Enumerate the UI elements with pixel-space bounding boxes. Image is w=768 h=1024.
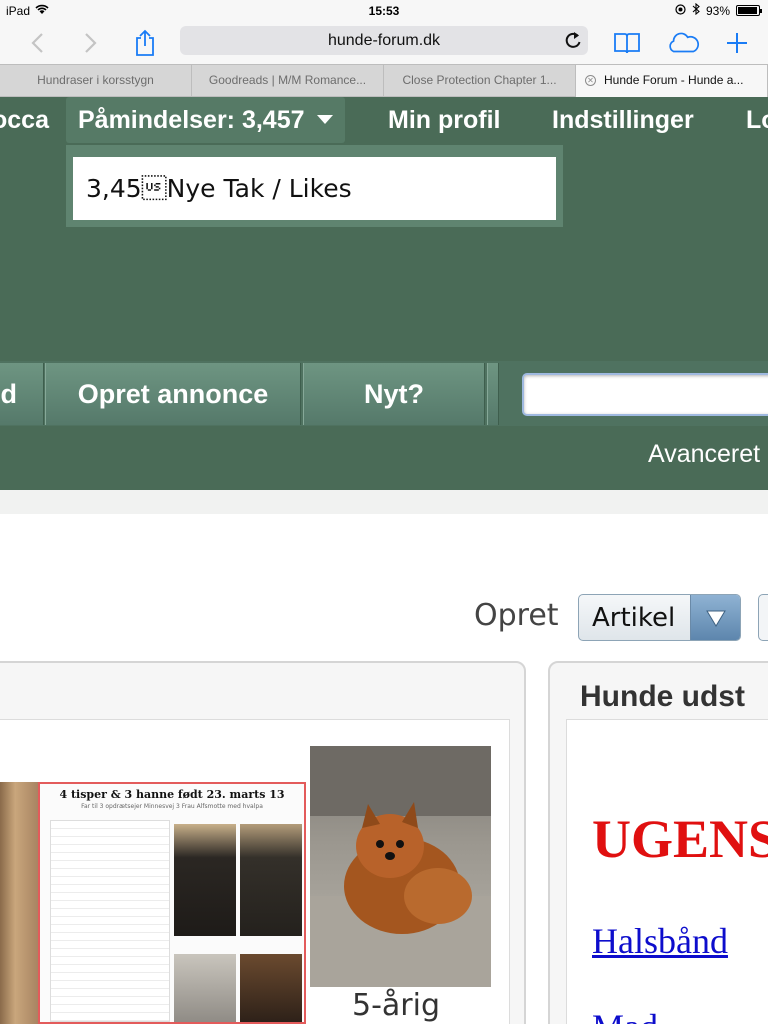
- battery-icon: [736, 5, 762, 16]
- location-icon: [675, 3, 686, 18]
- flyer-photo-dog-1: [174, 824, 236, 936]
- status-bar: iPad 15:53 93%: [0, 0, 768, 22]
- search-input[interactable]: [522, 373, 768, 416]
- news-button[interactable]: Nyt?: [303, 363, 485, 425]
- reload-icon[interactable]: [564, 30, 582, 55]
- nav-settings-link[interactable]: Indstillinger: [552, 97, 694, 143]
- mad-link[interactable]: Mad: [592, 1006, 768, 1024]
- menu-label: Opret annonce: [77, 379, 269, 409]
- bookmarks-icon[interactable]: [610, 26, 644, 60]
- page-root: iPad 15:53 93% hunde-forum.dk Hundraser …: [0, 0, 768, 1024]
- tab-hundraser[interactable]: Hundraser i korsstygn: [0, 65, 192, 97]
- tab-hunde-forum[interactable]: ✕ Hunde Forum - Hunde a...: [576, 65, 768, 97]
- create-ad-button[interactable]: Opret annonce: [45, 363, 301, 425]
- ugens-heading: UGENS: [592, 809, 768, 869]
- url-bar[interactable]: hunde-forum.dk: [180, 26, 588, 55]
- tab-strip: Hundraser i korsstygn Goodreads | M/M Ro…: [0, 64, 768, 97]
- tab-label: Hunde Forum - Hunde a...: [604, 73, 744, 87]
- tab-label: Hundraser i korsstygn: [37, 73, 154, 87]
- tab-close-protection[interactable]: Close Protection Chapter 1...: [384, 65, 576, 97]
- nav-profile-link[interactable]: Min profil: [388, 97, 500, 143]
- status-time: 15:53: [368, 4, 400, 18]
- select-value: Artikel: [592, 603, 676, 633]
- pomeranian-illustration: [310, 746, 491, 987]
- close-tab-icon[interactable]: ✕: [585, 75, 596, 86]
- dog-show-panel-title: Hunde udst: [580, 680, 745, 713]
- share-icon[interactable]: [128, 26, 162, 60]
- gallery-image-wood[interactable]: [0, 782, 38, 1024]
- nav-user-link[interactable]: occa: [0, 97, 49, 143]
- flyer-document: [50, 820, 170, 1022]
- reminders-dropdown: 3,45 Nye Tak / Likes: [66, 145, 563, 227]
- forward-icon[interactable]: [74, 26, 108, 60]
- header-pattern-band: [0, 490, 768, 514]
- cloud-icon[interactable]: [666, 26, 700, 60]
- flyer-title: 4 tisper & 3 hanne født 23. marts 13: [59, 788, 285, 801]
- create-type-select[interactable]: Artikel: [578, 594, 741, 641]
- triangle-down-icon[interactable]: [690, 595, 740, 640]
- dog-show-panel-body: [566, 719, 768, 1024]
- gallery-image-puppy-flyer[interactable]: 4 tisper & 3 hanne født 23. marts 13 Far…: [38, 782, 306, 1024]
- flyer-photo-dog-3: [174, 954, 236, 1022]
- tab-goodreads[interactable]: Goodreads | M/M Romance...: [192, 65, 384, 97]
- caret-down-icon: [316, 114, 333, 124]
- browser-toolbar: hunde-forum.dk: [0, 22, 768, 64]
- reminders-label: Påmindelser: 3,457: [78, 106, 305, 134]
- reminder-item-likes[interactable]: 3,45 Nye Tak / Likes: [73, 157, 556, 220]
- menu-label: Nyt?: [364, 379, 424, 409]
- flyer-subtitle: Far til 3 opdrætsejer Minnesvej 3 Frau A…: [81, 803, 263, 810]
- create-label: Opret: [474, 598, 559, 633]
- second-select[interactable]: [758, 594, 768, 641]
- menu-button-partial[interactable]: d: [0, 363, 44, 425]
- tab-label: Goodreads | M/M Romance...: [208, 73, 367, 87]
- flyer-photo-dog-2: [240, 824, 302, 936]
- flyer-photo-dog-4: [240, 954, 302, 1022]
- menu-separator: [487, 363, 499, 425]
- halsband-link[interactable]: Halsbånd: [592, 920, 728, 962]
- battery-percent: 93%: [705, 3, 730, 18]
- image-caption: 5-årig: [352, 988, 441, 1023]
- menu-label: d: [0, 379, 18, 409]
- status-right: 93%: [675, 2, 762, 18]
- gallery-image-pomeranian[interactable]: [310, 746, 491, 987]
- advanced-search-link[interactable]: Avanceret: [648, 440, 760, 469]
- back-icon[interactable]: [20, 26, 54, 60]
- url-text: hunde-forum.dk: [327, 31, 441, 49]
- bluetooth-icon: [692, 2, 700, 18]
- nav-logout-link[interactable]: Lo: [746, 97, 768, 143]
- nav-reminders-button[interactable]: Påmindelser: 3,457: [66, 97, 345, 143]
- battery-fill: [738, 7, 757, 14]
- new-tab-icon[interactable]: [720, 26, 754, 60]
- tab-label: Close Protection Chapter 1...: [402, 73, 557, 87]
